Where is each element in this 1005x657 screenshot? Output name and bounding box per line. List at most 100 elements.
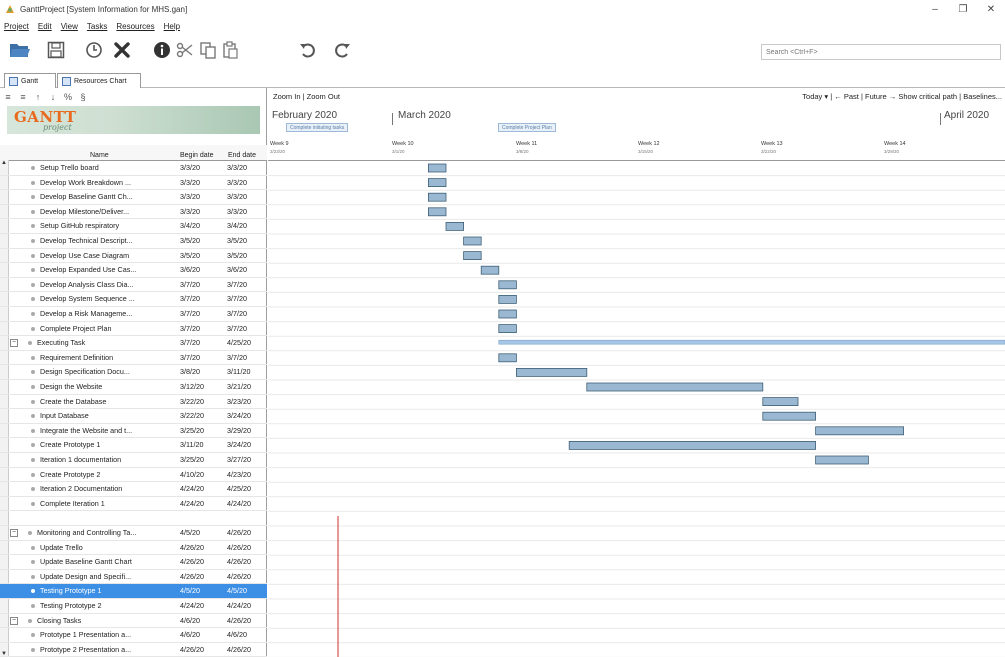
task-name: Develop Use Case Diagram (40, 250, 130, 260)
save-icon[interactable] (44, 38, 68, 62)
search-input[interactable] (761, 44, 1001, 60)
column-end-date[interactable]: End date (228, 152, 256, 160)
chart-navigation[interactable]: Today ▾ | ← Past | Future → Show critica… (802, 88, 1002, 105)
cut-icon[interactable] (173, 38, 197, 62)
task-row[interactable]: Testing Prototype 1 4/5/20 4/5/20 (0, 584, 267, 599)
task-row[interactable]: Develop System Sequence ... 3/7/20 3/7/20 (0, 292, 267, 307)
task-row[interactable]: Develop Work Breakdown ... 3/3/20 3/3/20 (0, 176, 267, 191)
task-row[interactable]: Complete Iteration 1 4/24/20 4/24/20 (0, 497, 267, 512)
collapse-toggle-icon[interactable]: − (10, 529, 18, 537)
menu-resources[interactable]: Resources (116, 22, 154, 31)
task-group-row[interactable]: − Executing Task 3/7/20 4/25/20 (0, 336, 267, 351)
task-begin-date: 3/3/20 (180, 177, 200, 187)
redo-icon[interactable] (330, 38, 354, 62)
week-number: Week 12 (638, 141, 660, 147)
task-row[interactable]: Complete Project Plan 3/7/20 3/7/20 (0, 322, 267, 337)
task-begin-date: 3/11/20 (180, 440, 204, 450)
task-row[interactable]: Input Database 3/22/20 3/24/20 (0, 409, 267, 424)
resources-icon (62, 76, 71, 86)
task-row[interactable]: Design Specification Docu... 3/8/20 3/11/2… (0, 365, 267, 380)
paste-icon[interactable] (218, 38, 242, 62)
task-group-row[interactable]: − Monitoring and Controlling Ta... 4/5/20 4… (0, 526, 267, 541)
task-end-date: 4/25/20 (227, 338, 251, 348)
task-end-date: 3/7/20 (227, 352, 247, 362)
gantt-chart: Zoom In | Zoom Out Today ▾ | ← Past | Fu… (268, 88, 1005, 657)
menu-view[interactable]: View (61, 22, 78, 31)
task-group-row[interactable]: − Closing Tasks 4/6/20 4/26/20 (0, 614, 267, 629)
task-name: Complete Project Plan (40, 323, 112, 333)
task-row[interactable]: Develop Analysis Class Dia... 3/7/20 3/7/2… (0, 278, 267, 293)
task-bar (427, 163, 447, 173)
task-bar (445, 222, 465, 231)
task-bullet-icon (31, 458, 35, 462)
task-end-date: 3/7/20 (227, 323, 247, 333)
task-row[interactable]: Create Prototype 2 4/10/20 4/23/20 (0, 468, 267, 483)
task-row[interactable] (0, 511, 267, 526)
task-row[interactable]: Develop Technical Descript... 3/5/20 3/5/2… (0, 234, 267, 249)
unlink-icon[interactable]: § (78, 92, 88, 102)
week-label: Week 13 3/22/20 (761, 141, 783, 155)
undo-icon[interactable] (296, 38, 320, 62)
task-row[interactable]: Develop Use Case Diagram 3/5/20 3/5/20 (0, 249, 267, 264)
month-label: April 2020 (944, 110, 990, 121)
column-begin-date[interactable]: Begin date (180, 152, 213, 160)
minimize-button[interactable]: – (921, 0, 949, 18)
open-folder-icon[interactable] (8, 38, 32, 62)
task-row[interactable]: Create the Database 3/22/20 3/23/20 (0, 395, 267, 410)
collapse-toggle-icon[interactable]: − (10, 616, 18, 625)
menu-tasks[interactable]: Tasks (87, 22, 107, 31)
move-up-icon[interactable]: ↑ (33, 92, 43, 102)
task-row[interactable]: Setup Trello board 3/3/20 3/3/20 (0, 161, 267, 176)
task-row[interactable]: Testing Prototype 2 4/24/20 4/24/20 (0, 599, 267, 614)
task-name: Prototype 2 Presentation a... (40, 644, 132, 654)
task-row[interactable]: Integrate the Website and t... 3/25/20 3/2… (0, 424, 267, 439)
outdent-icon[interactable]: ≡ (18, 92, 28, 102)
task-row[interactable]: Develop Milestone/Deliver... 3/3/20 3/3/20 (0, 205, 267, 220)
task-row[interactable]: Develop a Risk Manageme... 3/7/20 3/7/20 (0, 307, 267, 322)
task-bar (568, 440, 817, 450)
task-name: Develop a Risk Manageme... (40, 309, 133, 318)
info-icon[interactable] (150, 38, 174, 62)
maximize-button[interactable]: ❐ (949, 0, 977, 18)
week-date: 2/23/20 (270, 149, 286, 154)
task-name: Complete Iteration 1 (40, 498, 105, 508)
collapse-toggle-icon[interactable]: − (10, 339, 18, 348)
menu-edit[interactable]: Edit (38, 22, 52, 31)
task-row[interactable]: Setup GitHub respiratory 3/4/20 3/4/20 (0, 219, 267, 234)
month-divider (392, 113, 393, 125)
task-row[interactable]: Update Trello 4/26/20 4/26/20 (0, 541, 267, 556)
delete-icon[interactable] (110, 38, 134, 62)
zoom-controls[interactable]: Zoom In | Zoom Out (273, 88, 340, 105)
task-row[interactable]: Prototype 1 Presentation a... 4/6/20 4/6/2… (0, 628, 267, 643)
task-row[interactable]: Iteration 1 documentation 3/25/20 3/27/20 (0, 453, 267, 468)
close-button[interactable]: ✕ (977, 0, 1005, 18)
task-row[interactable]: Create Prototype 1 3/11/20 3/24/20 (0, 438, 267, 453)
link-icon[interactable]: % (63, 92, 73, 102)
menu-project[interactable]: Project (4, 22, 29, 31)
task-row[interactable]: Iteration 2 Documentation 4/24/20 4/25/20 (0, 482, 267, 497)
task-row[interactable]: Prototype 2 Presentation a... 4/26/20 4/26… (0, 643, 267, 657)
task-bar (498, 294, 517, 304)
menu-help[interactable]: Help (164, 22, 180, 31)
task-row[interactable]: Develop Expanded Use Cas... 3/6/20 3/6/20 (0, 263, 267, 278)
tab-resources-chart[interactable]: Resources Chart (57, 73, 141, 88)
week-date: 3/15/20 (638, 149, 654, 154)
task-row[interactable]: Develop Baseline Gantt Ch... 3/3/20 3/3/20 (0, 190, 267, 205)
week-label: Week 12 3/15/20 (638, 141, 660, 155)
week-label: Week 14 3/29/20 (884, 141, 906, 155)
task-end-date: 4/26/20 (227, 644, 251, 654)
task-row[interactable]: Update Design and Specifi... 4/26/20 4/26/… (0, 570, 267, 585)
copy-icon[interactable] (196, 38, 220, 62)
move-down-icon[interactable]: ↓ (48, 92, 58, 102)
task-row[interactable]: Design the Website 3/12/20 3/21/20 (0, 380, 267, 395)
task-begin-date: 4/5/20 (180, 528, 200, 537)
indent-icon[interactable]: ≡ (3, 92, 13, 102)
task-bar (762, 411, 816, 421)
task-begin-date: 4/24/20 (180, 498, 204, 508)
tab-gantt[interactable]: Gantt (4, 73, 56, 88)
task-row[interactable]: Requirement Definition 3/7/20 3/7/20 (0, 351, 267, 366)
clock-icon[interactable] (82, 38, 106, 62)
task-row[interactable]: Update Baseline Gantt Chart 4/26/20 4/26/2… (0, 555, 267, 570)
column-name[interactable]: Name (90, 152, 109, 160)
week-number: Week 13 (761, 141, 783, 147)
